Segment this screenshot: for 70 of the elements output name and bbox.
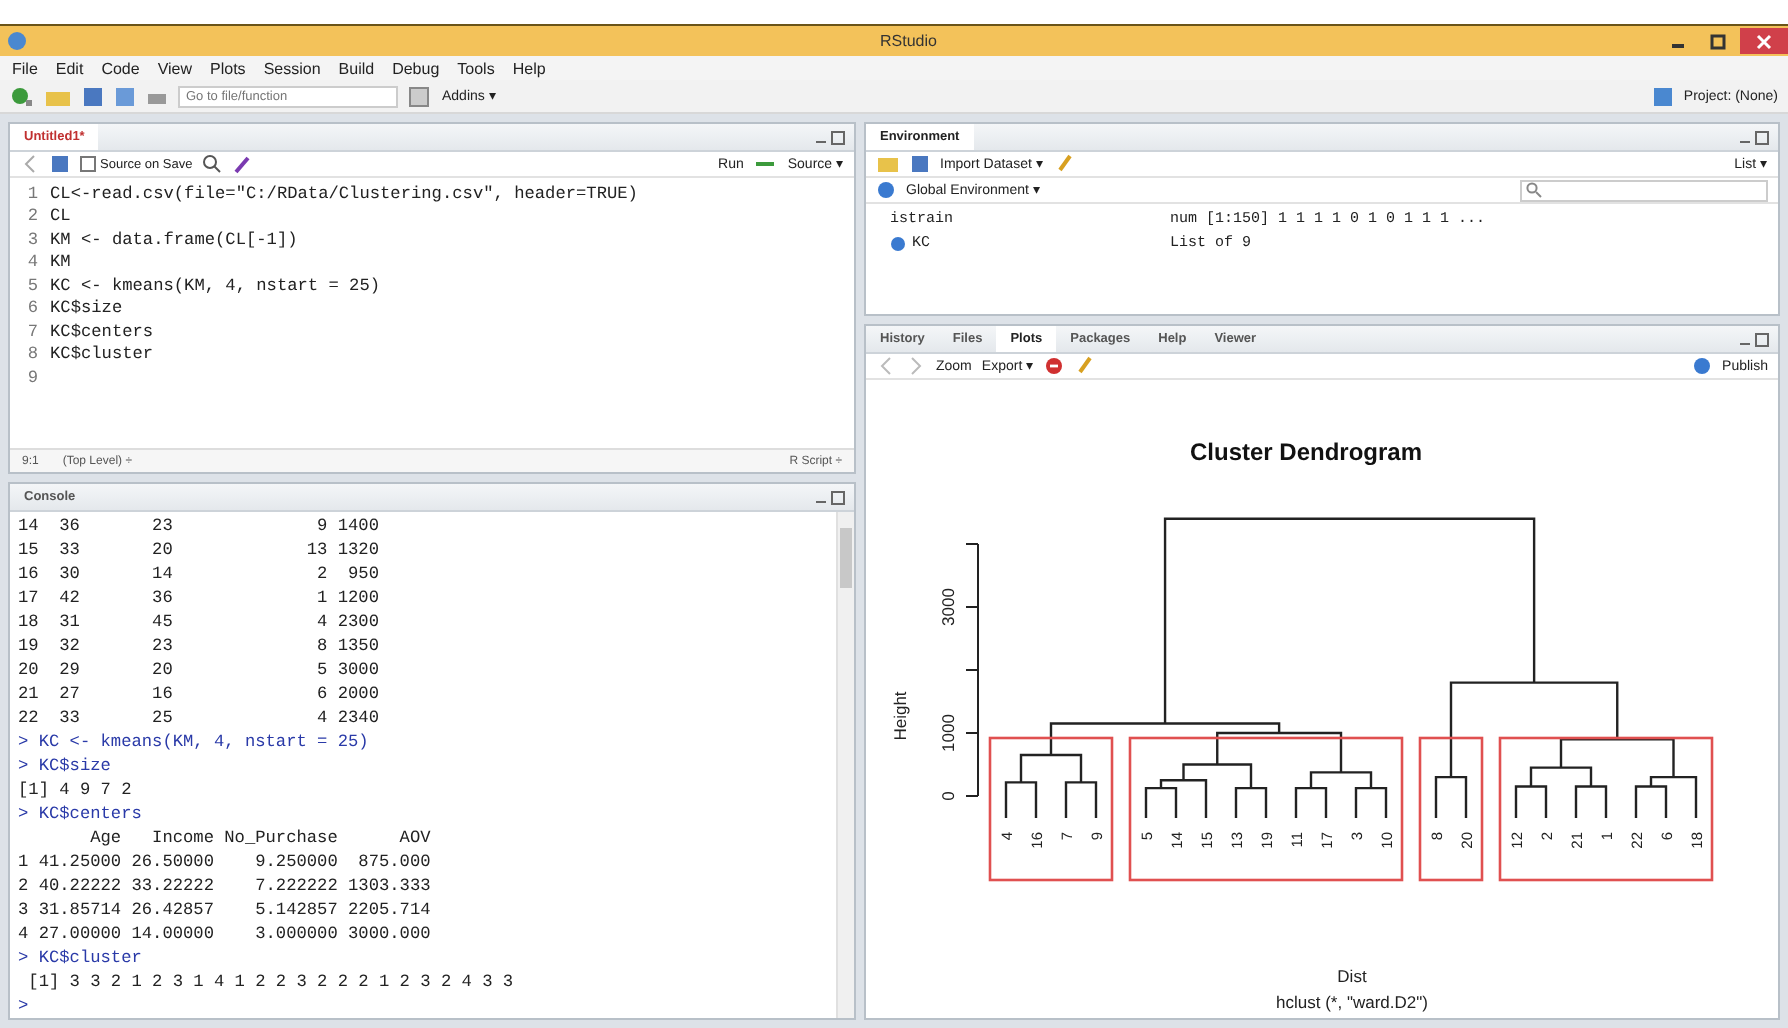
console-line: 15 33 20 13 1320 [18, 538, 381, 562]
search-field[interactable] [1520, 179, 1768, 201]
menu-item[interactable]: Code [101, 59, 140, 77]
code-line: KC <- kmeans(KM, 4, nstart = 25) [50, 275, 381, 296]
console-line: 18 31 45 4 2300 [18, 610, 381, 634]
maximize-pane-icon[interactable] [1738, 129, 1770, 145]
console-line: 2 40.22222 33.22222 7.222222 1303.333 [18, 874, 433, 898]
line-number: 3 [25, 229, 38, 250]
console-line: Age Income No_Purchase AOV [88, 826, 433, 850]
code-line: KC$size [50, 298, 123, 319]
code-line: KM [50, 252, 71, 273]
remove-plot-icon[interactable] [1044, 356, 1065, 376]
plot-subtitle: hclust (*, "ward.D2") [1276, 992, 1428, 1012]
code-line: KM <- data.frame(CL[-1]) [50, 229, 298, 250]
console-line: 3 31.85714 26.42857 5.142857 2205.714 [18, 898, 433, 922]
menu-item[interactable]: Debug [392, 59, 440, 77]
line-number: 1 [25, 183, 38, 204]
console-line: > KC$size [18, 754, 113, 778]
console-line: 14 36 23 9 1400 [18, 514, 381, 538]
close-icon [1756, 33, 1772, 49]
console-line: 19 32 23 8 1350 [18, 634, 381, 658]
code-line: KC$cluster [50, 344, 154, 365]
y-axis-label: Height [890, 691, 910, 741]
scrollbar[interactable] [836, 512, 854, 1018]
search-icon[interactable] [202, 154, 223, 174]
console-line: 21 27 16 6 2000 [18, 682, 381, 706]
menu-item[interactable]: File [12, 59, 38, 77]
back-icon[interactable] [20, 154, 40, 174]
code-line: KC$centers [50, 321, 154, 342]
console-line: > KC <- kmeans(KM, 4, nstart = 25) [18, 730, 371, 754]
code-line: CL [50, 206, 71, 227]
maximize-pane-icon[interactable] [814, 489, 846, 505]
line-number: 2 [25, 206, 38, 227]
line-number: 7 [25, 321, 38, 342]
console-line: 1 41.25000 26.50000 9.250000 875.000 [18, 850, 433, 874]
console-line: 16 30 14 2 950 [18, 562, 381, 586]
window-title: RStudio [880, 32, 937, 50]
console-line: [1] 3 3 2 1 2 3 1 4 1 2 2 3 2 2 2 1 2 3 2 4 3 3 [26, 970, 516, 994]
x-axis-label: Dist [1337, 966, 1367, 986]
menu-item[interactable]: Plots [210, 59, 246, 77]
line-number: 6 [25, 298, 38, 319]
line-number: 9 [25, 367, 38, 388]
console-line: > [18, 994, 31, 1018]
menu-item[interactable]: Tools [457, 59, 495, 77]
y-tick-label: 1000 [938, 714, 958, 752]
line-number: 8 [25, 344, 38, 365]
menu-item[interactable]: Edit [55, 59, 84, 77]
console-line: > KC$cluster [18, 946, 144, 970]
maximize-icon [1710, 33, 1726, 49]
line-number: 4 [25, 252, 38, 273]
menu-item[interactable]: Session [263, 59, 321, 77]
console-line: [1] 4 9 7 2 [18, 778, 134, 802]
menu-item[interactable]: Help [512, 59, 546, 77]
console-line: 20 29 20 5 3000 [18, 658, 381, 682]
close-button[interactable] [1740, 28, 1788, 54]
maximize-pane-icon[interactable] [1738, 331, 1770, 347]
y-tick-label: 0 [938, 791, 958, 801]
code-line: CL<-read.csv(file="C:/RData/Clustering.csv", header=TRUE) [50, 183, 638, 204]
y-tick-label: 3000 [938, 588, 958, 626]
maximize-pane-icon[interactable] [814, 129, 846, 145]
menu-item[interactable]: View [157, 59, 193, 77]
console-line: > KC$centers [18, 802, 144, 826]
console-line: 4 27.00000 14.00000 3.000000 3000.000 [18, 922, 433, 946]
menu-item[interactable]: Build [338, 59, 375, 77]
search-icon [1526, 182, 1542, 198]
console-line: 17 42 36 1 1200 [18, 586, 381, 610]
console-line: 22 33 25 4 2340 [18, 706, 381, 730]
line-number: 5 [25, 275, 38, 296]
plot-title: Cluster Dendrogram [1189, 438, 1423, 466]
app-icon [8, 32, 26, 50]
